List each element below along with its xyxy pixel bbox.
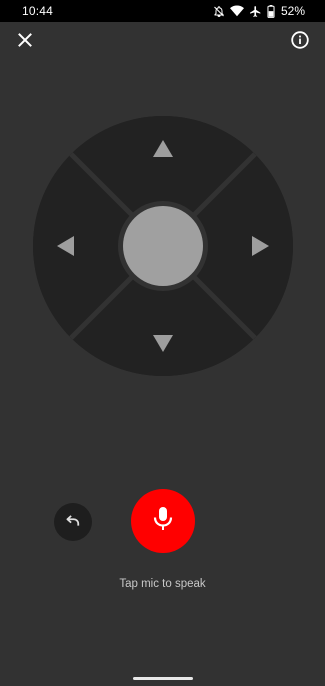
dpad (32, 115, 294, 377)
wifi-icon (229, 5, 244, 17)
info-icon (291, 30, 309, 54)
mic-hint-text: Tap mic to speak (119, 578, 206, 590)
dpad-select-button[interactable] (123, 206, 203, 286)
close-button[interactable] (13, 30, 37, 54)
status-icons: 52% (213, 4, 305, 18)
undo-icon (64, 511, 82, 534)
remote-control-screen: 10:44 52% Tap mic to speak (0, 0, 325, 686)
battery-percent: 52% (280, 4, 305, 18)
status-time: 10:44 (22, 4, 54, 18)
notifications-off-icon (213, 5, 225, 18)
back-button[interactable] (54, 503, 92, 541)
info-button[interactable] (288, 30, 312, 54)
mic-button[interactable] (131, 489, 195, 553)
mic-icon (152, 505, 174, 538)
battery-icon (267, 4, 275, 18)
airplane-icon (249, 5, 262, 18)
close-icon (18, 32, 32, 52)
gesture-nav-handle[interactable] (133, 677, 193, 680)
status-bar: 10:44 52% (0, 0, 325, 22)
